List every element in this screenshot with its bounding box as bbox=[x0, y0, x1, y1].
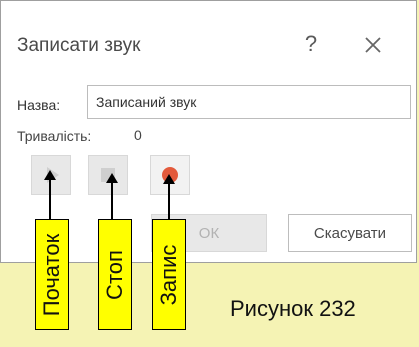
stop-arrow-line bbox=[111, 183, 113, 219]
record-arrow-head bbox=[163, 174, 175, 184]
record-arrow-line bbox=[168, 184, 170, 219]
name-label: Назва: bbox=[17, 97, 61, 113]
figure-caption: Рисунок 232 bbox=[230, 296, 356, 321]
help-icon: ? bbox=[304, 31, 318, 56]
callout-stop-label: Стоп bbox=[102, 249, 127, 300]
help-button[interactable]: ? bbox=[298, 31, 324, 57]
start-arrow-line bbox=[49, 180, 51, 219]
stop-arrow-head bbox=[106, 173, 118, 183]
callout-start-label: Початок bbox=[39, 233, 64, 316]
close-icon bbox=[365, 37, 381, 53]
dialog-title: Записати звук bbox=[17, 35, 141, 56]
callout-record-label: Запис bbox=[156, 244, 181, 305]
close-button[interactable] bbox=[361, 33, 385, 57]
name-field[interactable]: Записаний звук bbox=[87, 85, 411, 119]
cancel-button[interactable]: Скасувати bbox=[288, 214, 412, 252]
callout-record: Запис bbox=[152, 219, 186, 330]
callout-start: Початок bbox=[35, 219, 69, 330]
callout-stop: Стоп bbox=[98, 219, 132, 330]
duration-value: 0 bbox=[134, 127, 142, 143]
duration-label: Тривалість: bbox=[17, 128, 92, 144]
start-arrow-head bbox=[44, 170, 56, 180]
